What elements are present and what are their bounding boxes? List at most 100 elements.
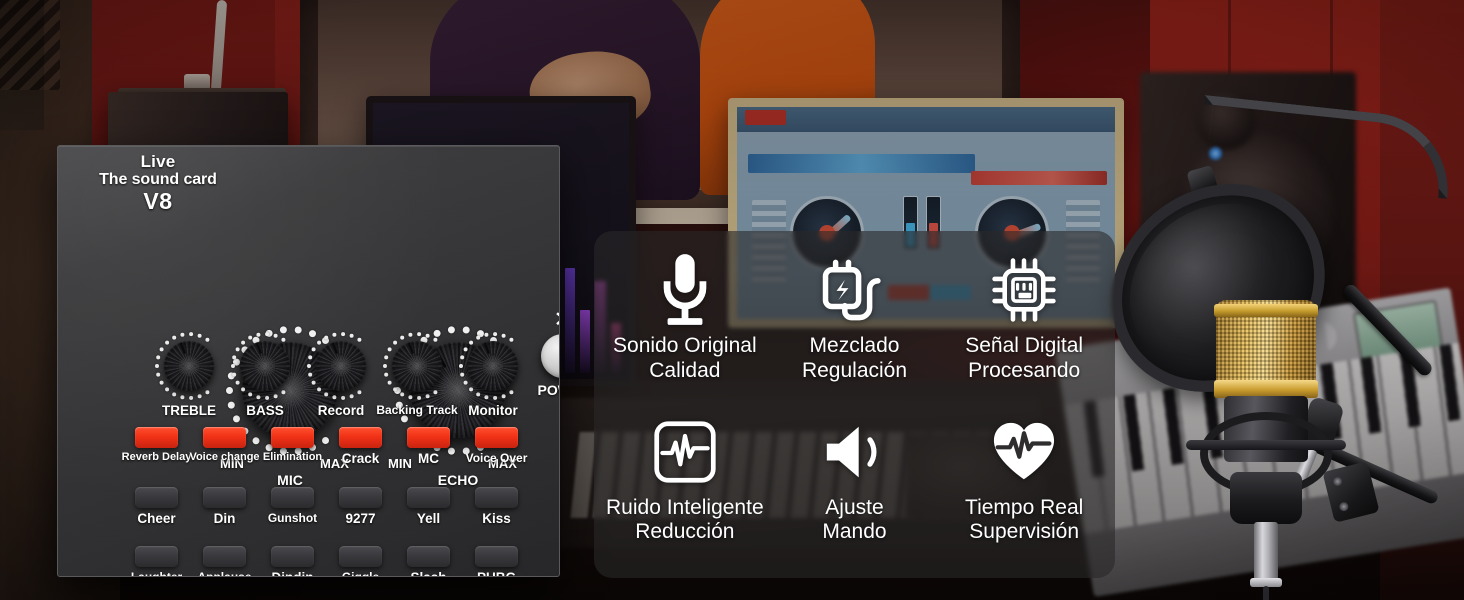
pad-label-pubg: PUBG <box>451 570 542 577</box>
knob-dot <box>387 347 392 352</box>
knob-dot <box>509 338 514 343</box>
knob-dot <box>248 392 253 397</box>
feature-label-line2: Supervisión <box>965 520 1083 545</box>
knob-dot <box>469 340 474 345</box>
feature-label: Señal DigitalProcesando <box>965 334 1083 384</box>
knob-dot <box>273 334 278 339</box>
pad-reverb-delay[interactable] <box>135 427 178 448</box>
knob-dot <box>463 347 468 352</box>
pad-elimination[interactable] <box>271 427 314 448</box>
knob-dot <box>317 340 322 345</box>
feature-tiempo-real: Tiempo RealSupervisión <box>939 403 1109 565</box>
feature-label-line2: Procesando <box>965 359 1083 384</box>
knob-dot <box>393 387 398 392</box>
knob-dot <box>273 394 278 399</box>
knob-dot <box>156 355 161 360</box>
knob-name-mic: MIC <box>230 472 350 488</box>
pad-cheer[interactable] <box>135 487 178 508</box>
knob-dot <box>476 392 481 397</box>
pad-voice-over[interactable] <box>475 427 518 448</box>
knob-dot <box>460 355 465 360</box>
feature-mezclado: MezcladoRegulación <box>770 241 940 403</box>
v8-sound-card: Live The sound card V8 MINMAXMICMINMAXEC… <box>57 145 560 577</box>
knob-dot <box>232 355 237 360</box>
knob-dot <box>241 340 246 345</box>
knob-dot <box>159 347 164 352</box>
knob-dot <box>256 332 261 337</box>
knob-treble[interactable] <box>154 331 224 401</box>
pad-9277[interactable] <box>339 487 382 508</box>
knob-bass[interactable] <box>230 331 300 401</box>
knob-dot <box>281 338 286 343</box>
knob-dot <box>232 372 237 377</box>
knob-dot <box>165 387 170 392</box>
microphone-body <box>1216 300 1316 600</box>
knob-dot <box>433 390 438 395</box>
knob-dot <box>332 395 337 400</box>
knob-dot <box>341 396 346 401</box>
knob-dot <box>417 396 422 401</box>
heart-pulse-icon <box>987 415 1061 489</box>
pad-gunshot[interactable] <box>271 487 314 508</box>
knob-dot <box>265 332 270 337</box>
knob-dot <box>189 396 194 401</box>
knob-monitor[interactable] <box>458 331 528 401</box>
knob-dot <box>256 395 261 400</box>
knob-face[interactable] <box>316 341 366 391</box>
knob-dot <box>324 335 329 340</box>
microphone-cable <box>1263 586 1269 600</box>
knob-dot <box>322 437 329 444</box>
knob-dot <box>180 395 185 400</box>
feature-label: AjusteMando <box>822 496 886 546</box>
knob-dot <box>308 372 313 377</box>
knob-dot <box>197 394 202 399</box>
knob-indicator <box>179 342 185 354</box>
knob-dot <box>408 395 413 400</box>
knob-indicator <box>255 342 261 354</box>
knob-face[interactable] <box>392 341 442 391</box>
feature-sonido-original: Sonido OriginalCalidad <box>600 241 770 403</box>
pad-dindin[interactable] <box>271 546 314 567</box>
power-button-label: POWER <box>524 382 560 398</box>
knob-dot <box>384 355 389 360</box>
knob-dot <box>235 380 240 385</box>
knob-face[interactable] <box>240 341 290 391</box>
pad-applause[interactable] <box>203 546 246 567</box>
pad-voice-change[interactable] <box>203 427 246 448</box>
pad-laughter[interactable] <box>135 546 178 567</box>
pad-kiss[interactable] <box>475 487 518 508</box>
knob-dot <box>159 380 164 385</box>
knob-dot <box>235 347 240 352</box>
boom-arm-upper <box>1341 282 1434 378</box>
knob-face[interactable] <box>164 341 214 391</box>
knob-dot <box>349 334 354 339</box>
knob-dot <box>349 394 354 399</box>
boom-screw <box>1332 476 1343 487</box>
feature-label: Tiempo RealSupervisión <box>965 496 1083 546</box>
knob-dot <box>248 335 253 340</box>
pad-crack[interactable] <box>339 427 382 448</box>
knob-dot <box>155 364 160 369</box>
feature-label-line1: Señal Digital <box>965 334 1083 357</box>
knob-record[interactable] <box>306 331 376 401</box>
knob-dot <box>469 387 474 392</box>
knob-backing-track[interactable] <box>382 331 452 401</box>
brand-line-2: The sound card <box>78 171 238 189</box>
power-button[interactable] <box>541 334 560 378</box>
feature-label-line2: Regulación <box>802 359 907 384</box>
knob-dot <box>384 372 389 377</box>
feature-label-line1: Tiempo Real <box>965 496 1083 519</box>
brand-line-1: Live <box>78 152 238 171</box>
brand-model: V8 <box>78 189 238 215</box>
knob-dot <box>307 364 312 369</box>
pad-din[interactable] <box>203 487 246 508</box>
pad-slash[interactable] <box>407 546 450 567</box>
feature-label: MezcladoRegulación <box>802 334 907 384</box>
pad-giggle[interactable] <box>339 546 382 567</box>
knob-dot <box>383 364 388 369</box>
pad-pubg[interactable] <box>475 546 518 567</box>
knob-dot <box>231 364 236 369</box>
pad-yell[interactable] <box>407 487 450 508</box>
knob-face[interactable] <box>468 341 518 391</box>
pad-mc[interactable] <box>407 427 450 448</box>
